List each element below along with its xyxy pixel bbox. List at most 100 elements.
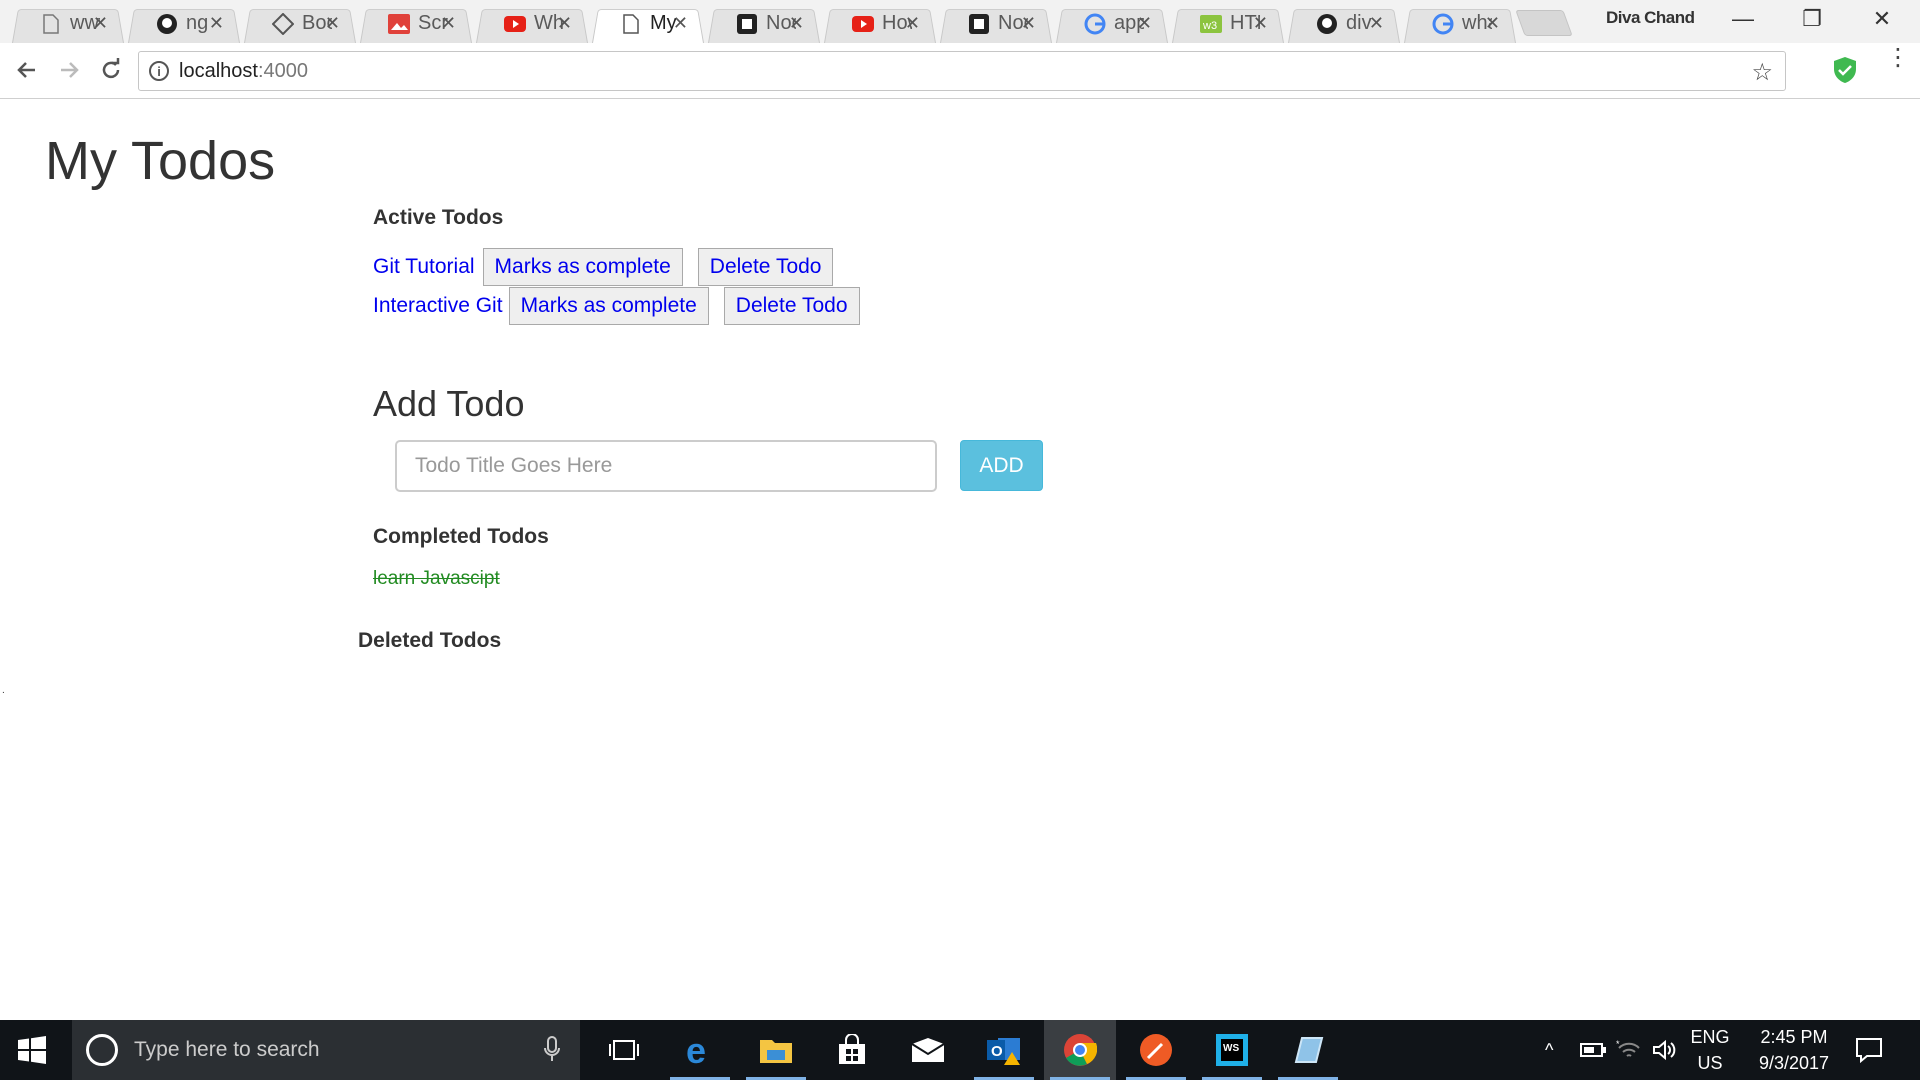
- close-window-icon[interactable]: ✕: [1862, 6, 1902, 32]
- browser-toolbar: i localhost :4000 ☆ ⋮: [0, 43, 1920, 99]
- webstorm-button[interactable]: WS: [1196, 1020, 1268, 1080]
- notion-icon: [968, 13, 990, 35]
- taskbar-search[interactable]: Type here to search: [72, 1020, 580, 1080]
- browser-tab-active[interactable]: My Todos ✕: [592, 4, 704, 43]
- edge-icon: e: [686, 1034, 706, 1066]
- todo-title-link[interactable]: Git Tutorial: [373, 255, 475, 279]
- close-tab-icon[interactable]: ✕: [1021, 13, 1036, 34]
- close-tab-icon[interactable]: ✕: [557, 13, 572, 34]
- svg-text:w3: w3: [1202, 20, 1217, 32]
- close-tab-icon[interactable]: ✕: [209, 13, 224, 34]
- active-todo-row: Git Tutorial Marks as complete Delete To…: [373, 248, 848, 286]
- info-icon[interactable]: i: [149, 61, 169, 81]
- youtube-icon: [504, 13, 526, 35]
- github-icon: [156, 13, 178, 35]
- document-icon: [40, 13, 62, 35]
- store-icon: [839, 1034, 865, 1064]
- back-button[interactable]: [12, 55, 42, 85]
- close-tab-icon[interactable]: ✕: [1369, 13, 1384, 34]
- delete-todo-button[interactable]: Delete Todo: [723, 287, 860, 325]
- store-button[interactable]: [816, 1020, 888, 1080]
- edge-browser-button[interactable]: e: [664, 1020, 736, 1080]
- delete-todo-button[interactable]: Delete Todo: [697, 248, 834, 286]
- browser-tab[interactable]: app ✕: [1056, 4, 1168, 43]
- close-tab-icon[interactable]: ✕: [1137, 13, 1152, 34]
- youtube-icon: [852, 13, 874, 35]
- active-todos-heading: Active Todos: [373, 206, 504, 229]
- todo-title-link[interactable]: Interactive Git: [373, 294, 503, 318]
- language-code: ENG: [1690, 1027, 1730, 1047]
- postman-button[interactable]: [1120, 1020, 1192, 1080]
- close-tab-icon[interactable]: ✕: [673, 13, 688, 34]
- todo-title-input[interactable]: [395, 440, 937, 492]
- language-indicator[interactable]: ENG US: [1690, 1024, 1730, 1076]
- close-tab-icon[interactable]: ✕: [789, 13, 804, 34]
- cortana-icon: [86, 1034, 118, 1066]
- clock[interactable]: 2:45 PM 9/3/2017: [1744, 1024, 1844, 1076]
- volume-icon[interactable]: [1652, 1020, 1678, 1080]
- close-tab-icon[interactable]: ✕: [441, 13, 456, 34]
- file-explorer-button[interactable]: [740, 1020, 812, 1080]
- action-center-icon[interactable]: [1855, 1020, 1883, 1080]
- postman-icon: [1140, 1034, 1172, 1066]
- browser-tab[interactable]: Node ✕: [708, 4, 820, 43]
- mark-complete-button[interactable]: Marks as complete: [508, 287, 709, 325]
- browser-tab[interactable]: ng ✕: [128, 4, 240, 43]
- url-port: :4000: [257, 59, 308, 82]
- clock-time: 2:45 PM: [1760, 1027, 1828, 1047]
- close-tab-icon[interactable]: ✕: [1253, 13, 1268, 34]
- notepad-button[interactable]: [1272, 1020, 1344, 1080]
- add-todo-button[interactable]: ADD: [960, 440, 1043, 491]
- chrome-button[interactable]: [1044, 1020, 1116, 1080]
- browser-tab[interactable]: Bootstrap ✕: [244, 4, 356, 43]
- arrow-left-icon: [17, 62, 35, 78]
- browser-tab-strip: www ✕ ng ✕ Bootstrap ✕ Screenshot ✕ What…: [0, 0, 1920, 43]
- browser-tab[interactable]: How ✕: [824, 4, 936, 43]
- close-tab-icon[interactable]: ✕: [905, 13, 920, 34]
- bookmark-star-icon[interactable]: ☆: [1751, 58, 1773, 87]
- document-icon: [620, 13, 642, 35]
- stray-text: .: [2, 685, 5, 696]
- show-hidden-icons-icon[interactable]: ^: [1545, 1020, 1553, 1080]
- task-view-button[interactable]: [588, 1020, 660, 1080]
- new-tab-button[interactable]: [1515, 10, 1573, 36]
- notion-icon: [736, 13, 758, 35]
- svg-text:WS: WS: [1223, 1043, 1239, 1054]
- minimize-icon[interactable]: —: [1723, 6, 1763, 32]
- webstorm-icon: WS: [1216, 1034, 1248, 1066]
- close-tab-icon[interactable]: ✕: [93, 13, 108, 34]
- notepad-icon: [1294, 1037, 1324, 1063]
- browser-tab[interactable]: div ✕: [1288, 4, 1400, 43]
- svg-text:*: *: [1616, 1039, 1620, 1049]
- clock-date: 9/3/2017: [1758, 1053, 1830, 1073]
- shield-extension-icon[interactable]: [1832, 56, 1858, 89]
- battery-icon[interactable]: [1580, 1020, 1606, 1080]
- wifi-icon[interactable]: *: [1616, 1020, 1642, 1080]
- browser-tab[interactable]: What ✕: [476, 4, 588, 43]
- svg-text:O: O: [991, 1043, 1003, 1060]
- windows-taskbar: Type here to search e O WS ^ * ENG US 2:…: [0, 1020, 1920, 1080]
- browser-menu-icon[interactable]: ⋮: [1886, 46, 1910, 70]
- keyboard-region: US: [1697, 1053, 1723, 1073]
- forward-button[interactable]: [54, 55, 84, 85]
- browser-tab[interactable]: www ✕: [12, 4, 124, 43]
- restore-icon[interactable]: ❐: [1792, 6, 1832, 32]
- mail-button[interactable]: [892, 1020, 964, 1080]
- reload-icon: [102, 58, 120, 79]
- profile-name[interactable]: Diva Chand: [1606, 8, 1695, 28]
- deleted-todos-heading: Deleted Todos: [358, 629, 502, 652]
- start-button[interactable]: [18, 1036, 46, 1069]
- browser-tab[interactable]: Screenshot ✕: [360, 4, 472, 43]
- outlook-button[interactable]: O: [968, 1020, 1040, 1080]
- close-tab-icon[interactable]: ✕: [325, 13, 340, 34]
- mark-complete-button[interactable]: Marks as complete: [482, 248, 683, 286]
- browser-tab[interactable]: Node ✕: [940, 4, 1052, 43]
- browser-tab[interactable]: what ✕: [1404, 4, 1516, 43]
- microphone-icon[interactable]: [544, 1036, 560, 1067]
- google-icon: [1084, 13, 1106, 35]
- browser-tab[interactable]: w3 HTML ✕: [1172, 4, 1284, 43]
- close-tab-icon[interactable]: ✕: [1485, 13, 1500, 34]
- reload-button[interactable]: [96, 55, 126, 85]
- address-bar[interactable]: i localhost :4000 ☆: [138, 51, 1786, 91]
- add-todo-heading: Add Todo: [373, 383, 525, 424]
